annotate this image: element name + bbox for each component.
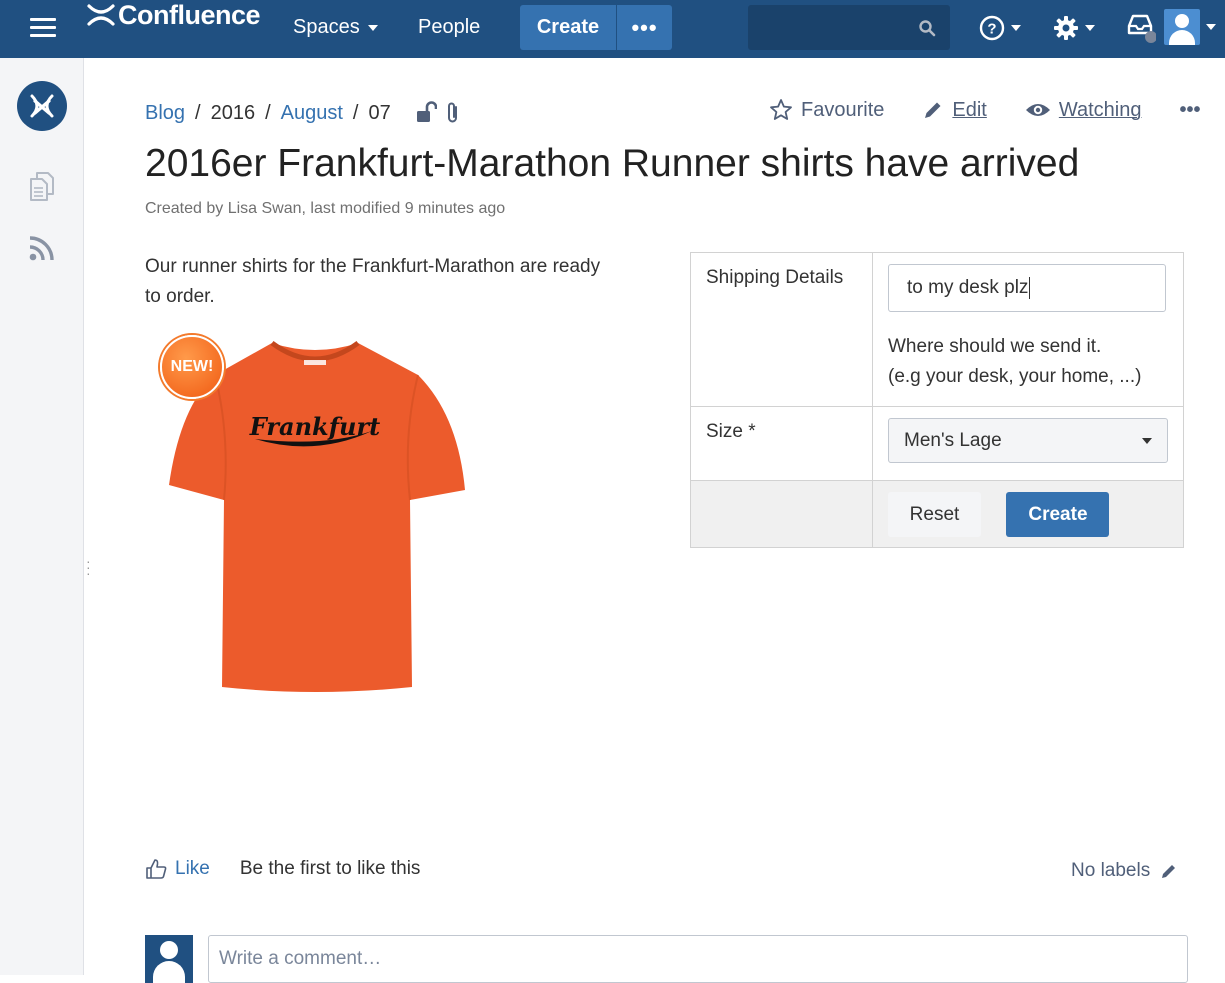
submit-create-button[interactable]: Create <box>1006 492 1110 537</box>
labels-text: No labels <box>1071 860 1151 881</box>
breadcrumb-separator: / <box>352 101 359 124</box>
pencil-icon <box>925 102 941 118</box>
breadcrumb-day: 07 <box>368 101 391 124</box>
labels-section: No labels <box>1071 860 1178 882</box>
breadcrumb-separator: / <box>265 101 271 124</box>
favourite-button[interactable]: Favourite <box>769 98 884 122</box>
unlock-icon[interactable] <box>415 101 437 125</box>
shipping-input[interactable]: to my desk plz <box>888 264 1166 312</box>
edit-label: Edit <box>952 98 987 121</box>
eye-icon <box>1025 104 1050 116</box>
notifications-button[interactable] <box>1126 12 1156 44</box>
size-select-value: Men's Lage <box>904 429 1002 451</box>
people-link[interactable]: People <box>418 16 480 39</box>
pages-icon[interactable] <box>28 170 56 207</box>
svg-text:?: ? <box>987 21 996 38</box>
notification-tray-icon <box>1127 14 1156 43</box>
sidebar-resize-handle[interactable]: · · · <box>86 554 91 580</box>
chevron-down-icon <box>1011 25 1021 31</box>
breadcrumb-separator: / <box>195 101 201 124</box>
size-label: Size * <box>690 406 873 481</box>
pages-icon-svg <box>30 172 54 201</box>
form-buttons-cell: Reset Create <box>872 480 1184 548</box>
help-icon: ? <box>979 15 1005 41</box>
profile-menu[interactable] <box>1164 9 1216 45</box>
confluence-space-icon <box>30 94 54 118</box>
breadcrumb-year: 2016 <box>210 101 256 124</box>
intro-text: Our runner shirts for the Frankfurt-Mara… <box>145 256 601 307</box>
create-button[interactable]: Create <box>520 5 616 50</box>
edit-button[interactable]: Edit <box>922 98 987 122</box>
watching-button[interactable]: Watching <box>1025 98 1142 122</box>
chevron-down-icon <box>367 24 378 31</box>
user-avatar-icon <box>1164 9 1200 45</box>
comment-placeholder: Write a comment… <box>219 948 382 969</box>
shipping-row: Shipping Details to my desk plz Where sh… <box>690 252 1184 407</box>
spaces-label: Spaces <box>293 16 360 38</box>
shipping-hint: Where should we send it. (e.g your desk,… <box>888 332 1168 392</box>
settings-menu[interactable] <box>1053 15 1095 41</box>
size-select[interactable]: Men's Lage <box>888 418 1168 463</box>
people-label: People <box>418 16 481 38</box>
chevron-down-icon <box>1085 25 1095 31</box>
size-field-cell: Men's Lage <box>872 406 1184 481</box>
button-row-spacer <box>690 480 873 548</box>
search-input[interactable] <box>748 5 950 50</box>
commenter-avatar <box>145 935 193 983</box>
breadcrumb: Blog / 2016 / August / 07 <box>145 100 461 126</box>
page-actions: Favourite Edit Watching ••• <box>769 98 1201 122</box>
size-row: Size * Men's Lage <box>690 406 1184 481</box>
like-button[interactable]: Like <box>145 858 210 880</box>
search-icon <box>919 20 936 37</box>
like-section: Like Be the first to like this <box>145 858 420 880</box>
thumbs-up-icon <box>146 859 167 879</box>
comment-input[interactable]: Write a comment… <box>208 935 1188 983</box>
more-actions-button[interactable]: ••• <box>1179 99 1200 122</box>
spaces-menu[interactable]: Spaces <box>293 16 378 39</box>
new-badge: NEW! <box>160 335 224 399</box>
text-cursor <box>1029 277 1031 299</box>
like-label: Like <box>175 858 210 879</box>
like-summary: Be the first to like this <box>239 858 421 879</box>
favourite-label: Favourite <box>801 98 885 121</box>
star-icon <box>770 99 792 120</box>
space-sidebar <box>0 58 84 975</box>
page-title: 2016er Frankfurt-Marathon Runner shirts … <box>145 142 1080 185</box>
watching-label: Watching <box>1058 98 1142 121</box>
rss-icon-svg <box>29 236 54 261</box>
confluence-logo[interactable]: Confluence <box>86 0 261 30</box>
confluence-logo-icon <box>87 4 115 26</box>
attachment-icon[interactable] <box>445 100 461 126</box>
shipping-hint-line-1: Where should we send it. <box>888 336 1102 357</box>
help-menu[interactable]: ? <box>979 15 1021 41</box>
reset-button[interactable]: Reset <box>888 492 981 537</box>
shipping-input-value: to my desk plz <box>907 277 1029 298</box>
shirt-image: Frankfurt NEW! <box>160 335 470 695</box>
breadcrumb-blog-link[interactable]: Blog <box>145 102 185 125</box>
app-name: Confluence <box>118 0 261 30</box>
form-buttons-row: Reset Create <box>690 480 1184 548</box>
edit-labels-icon[interactable] <box>1160 862 1178 880</box>
create-more-button[interactable]: ••• <box>617 5 672 50</box>
menu-icon[interactable] <box>30 18 56 38</box>
breadcrumb-month-link[interactable]: August <box>281 102 343 125</box>
order-form: Shipping Details to my desk plz Where sh… <box>690 252 1184 548</box>
more-actions-label: ••• <box>1179 98 1201 121</box>
rss-feed-icon[interactable] <box>28 234 56 267</box>
shipping-label: Shipping Details <box>690 252 873 407</box>
gear-icon <box>1054 16 1078 40</box>
space-logo-icon[interactable] <box>17 81 67 131</box>
top-navigation-bar: Confluence Spaces People Create ••• ? <box>0 0 1225 58</box>
page-byline: Created by Lisa Swan, last modified 9 mi… <box>145 200 506 217</box>
chevron-down-icon <box>1206 24 1216 30</box>
chevron-down-icon <box>1142 437 1152 444</box>
shipping-field-cell: to my desk plz Where should we send it. … <box>872 252 1184 407</box>
shirt-print-text: Frankfurt <box>249 412 380 441</box>
shipping-hint-line-2: (e.g your desk, your home, ...) <box>888 366 1142 387</box>
